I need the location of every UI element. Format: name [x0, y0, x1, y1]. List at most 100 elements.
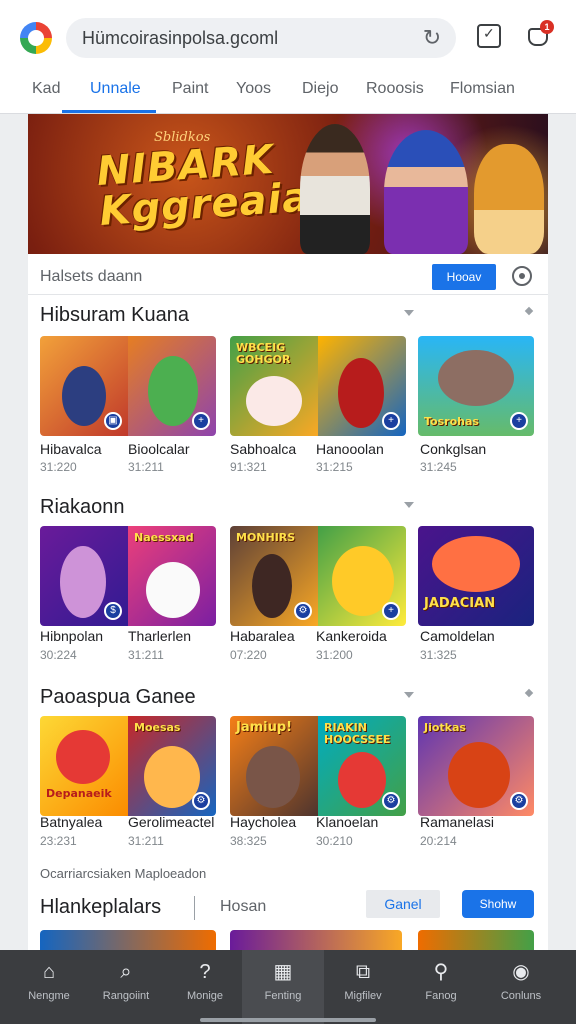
- cancel-button[interactable]: Ganel: [366, 890, 440, 918]
- nav-item-ranking[interactable]: ⌕ Rangoiint: [85, 950, 167, 1024]
- game-thumbnail[interactable]: WBCEIG GOHGOR +: [230, 336, 406, 436]
- character-shape: [438, 350, 514, 406]
- chevron-down-icon[interactable]: [404, 692, 414, 698]
- character-shape: [448, 742, 510, 808]
- tab-paint[interactable]: Paint: [172, 80, 208, 98]
- nav-label: Nengme: [28, 990, 70, 1002]
- tab-diejo[interactable]: Diejo: [302, 80, 338, 98]
- nav-item-conluns[interactable]: ◉ Conluns: [480, 950, 562, 1024]
- chevron-down-icon[interactable]: [404, 310, 414, 316]
- game-title[interactable]: Conkglsan: [420, 441, 486, 457]
- section-bar-button[interactable]: Hooav: [432, 264, 496, 290]
- section-title[interactable]: Paoaspua Ganee: [40, 686, 196, 709]
- nav-label: Monige: [186, 990, 224, 1002]
- game-title[interactable]: Camoldelan: [420, 628, 495, 644]
- game-title[interactable]: Hibnpolan: [40, 628, 103, 644]
- badge-icon: $: [104, 602, 122, 620]
- thumbnail-art: Moesas ⚙: [128, 716, 216, 816]
- google-logo-icon[interactable]: [20, 22, 52, 54]
- game-meta: 38:325: [230, 834, 267, 848]
- content-card: Sblidkos NIBARK Kggreaia! Halsets daann …: [28, 114, 548, 950]
- bottom-navigation: ⌂ Nengme ⌕ Rangoiint ? Monige ▦ Fenting …: [0, 950, 576, 1024]
- badge-icon: ⚙: [192, 792, 210, 810]
- settings-target-icon[interactable]: [512, 266, 532, 286]
- game-title[interactable]: Haycholea: [230, 814, 296, 830]
- more-icon[interactable]: [524, 306, 534, 316]
- tasks-check-icon[interactable]: [477, 24, 501, 48]
- thumbnail-art: $: [40, 526, 128, 626]
- address-bar[interactable]: Hümcoirasinpolsa.gcoml ↻: [66, 18, 456, 58]
- game-title[interactable]: Hibavalca: [40, 441, 101, 457]
- address-bar-text[interactable]: Hümcoirasinpolsa.gcoml: [82, 28, 278, 49]
- search-bubble-icon: ⌕: [120, 961, 132, 983]
- game-title[interactable]: Bioolcalar: [128, 441, 189, 457]
- nav-item-fenting[interactable]: ▦ Fenting: [242, 950, 324, 1024]
- game-thumbnail[interactable]: $ Naessxad: [40, 526, 216, 626]
- game-title[interactable]: Hanooolan: [316, 441, 384, 457]
- section-title[interactable]: Hibsuram Kuana: [40, 304, 189, 327]
- thumbnail-label: Moesas: [134, 721, 181, 734]
- nav-item-fanog[interactable]: ⚲ Fanog: [400, 950, 482, 1024]
- category-tabs: Kad Unnale Paint Yoos Diejo Rooosis Flom…: [0, 72, 576, 114]
- more-icon[interactable]: [524, 688, 534, 698]
- tab-kad[interactable]: Kad: [32, 80, 60, 98]
- footer-subtitle: Hosan: [220, 898, 267, 915]
- nav-item-monige[interactable]: ? Monige: [164, 950, 246, 1024]
- hero-banner[interactable]: Sblidkos NIBARK Kggreaia!: [28, 114, 548, 254]
- thumbnail-art: Depanaeik: [40, 716, 128, 816]
- section-title[interactable]: Riakaonn: [40, 496, 125, 519]
- game-title[interactable]: Sabhoalca: [230, 441, 296, 457]
- badge-icon: +: [510, 412, 528, 430]
- tab-unnale[interactable]: Unnale: [90, 80, 141, 98]
- home-icon: ⌂: [42, 961, 56, 983]
- game-thumbnail[interactable]: Tosrohas +: [418, 336, 534, 436]
- badge-icon: ⚙: [294, 602, 312, 620]
- game-title[interactable]: Klanoelan: [316, 814, 378, 830]
- character-shape: [62, 366, 106, 426]
- character-shape: [432, 536, 520, 592]
- nav-label: Conluns: [500, 990, 542, 1002]
- reload-icon[interactable]: ↻: [420, 26, 444, 50]
- tab-yoos[interactable]: Yoos: [236, 80, 271, 98]
- thumbnail-label: MONHIRS: [236, 531, 296, 544]
- divider: [28, 294, 548, 295]
- thumbnail-label: JADACIAN: [424, 596, 496, 611]
- chevron-down-icon[interactable]: [404, 502, 414, 508]
- search-icon: ⚲: [433, 961, 449, 983]
- character-shape: [56, 730, 110, 784]
- game-thumbnail[interactable]: ▣ +: [40, 336, 216, 436]
- nav-item-migfilev[interactable]: ⧉ Migfilev: [322, 950, 404, 1024]
- game-meta: 30:224: [40, 648, 77, 662]
- game-title[interactable]: Habaralea: [230, 628, 295, 644]
- thumbnail-label: Jamiup!: [236, 720, 293, 735]
- tab-flomsian[interactable]: Flomsian: [450, 80, 515, 98]
- notifications-bell-icon[interactable]: 1: [526, 20, 554, 48]
- thumbnail-label: Naessxad: [134, 531, 194, 544]
- footer-title: Hlankeplalars: [40, 896, 162, 918]
- game-meta: 23:231: [40, 834, 77, 848]
- game-thumbnail[interactable]: MONHIRS ⚙ +: [230, 526, 406, 626]
- tab-rooosis[interactable]: Rooosis: [366, 80, 424, 98]
- game-thumbnail[interactable]: [418, 930, 534, 950]
- badge-icon: +: [382, 412, 400, 430]
- game-thumbnail[interactable]: Depanaeik Moesas ⚙: [40, 716, 216, 816]
- game-thumbnail[interactable]: JADACIAN: [418, 526, 534, 626]
- game-thumbnail[interactable]: [230, 930, 402, 950]
- game-title[interactable]: Batnyalea: [40, 814, 102, 830]
- banner-character-man: [300, 124, 370, 254]
- game-thumbnail[interactable]: Jamiup! RIAKIN HOOCSSEE ⚙: [230, 716, 406, 816]
- show-button[interactable]: Shohw: [462, 890, 534, 918]
- gesture-home-bar[interactable]: [200, 1018, 376, 1022]
- character-shape: [338, 752, 386, 808]
- game-title[interactable]: Gerolimeactel: [128, 814, 214, 830]
- banner-character-bear: [474, 144, 544, 254]
- nav-item-home[interactable]: ⌂ Nengme: [8, 950, 90, 1024]
- game-title[interactable]: Kankeroida: [316, 628, 387, 644]
- badge-icon: +: [192, 412, 210, 430]
- game-thumbnail[interactable]: [40, 930, 216, 950]
- game-thumbnail[interactable]: Jiotkas ⚙: [418, 716, 534, 816]
- game-title[interactable]: Ramanelasi: [420, 814, 494, 830]
- badge-icon: ⚙: [510, 792, 528, 810]
- badge-icon: ⚙: [382, 792, 400, 810]
- game-title[interactable]: Tharlerlen: [128, 628, 191, 644]
